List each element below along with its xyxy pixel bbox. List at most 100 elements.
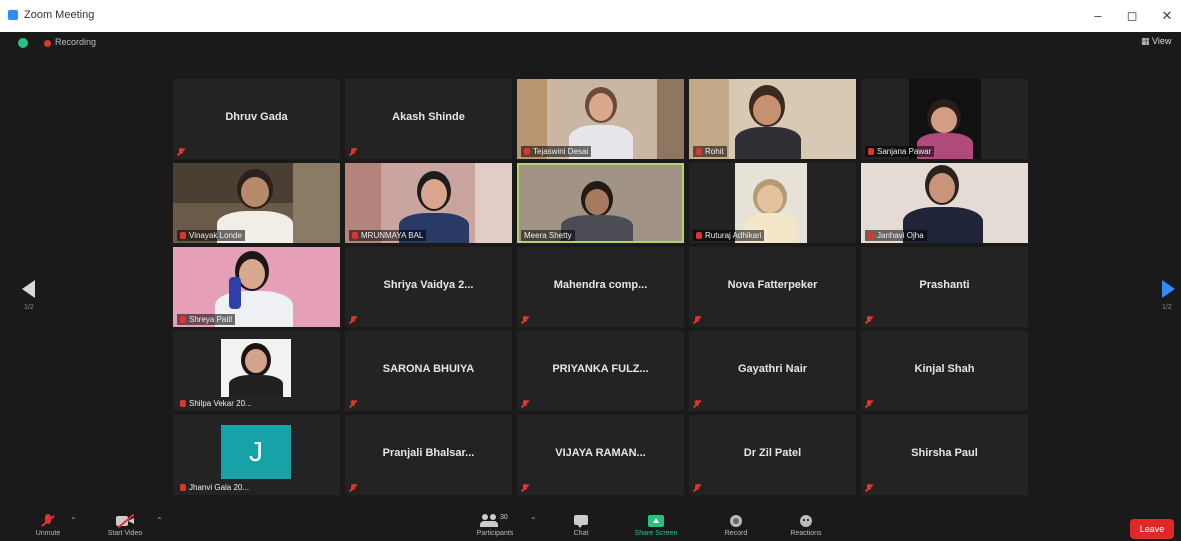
reactions-smiley-icon xyxy=(797,514,815,528)
participant-name: Nova Fatterpeker xyxy=(727,279,818,291)
audio-options-caret-icon[interactable]: ⌃ xyxy=(70,516,77,525)
close-button[interactable]: ✕ xyxy=(1155,6,1179,26)
mic-muted-icon xyxy=(177,148,185,156)
participant-tile[interactable]: Nova Fatterpeker xyxy=(689,247,856,327)
participant-name-label: Shreya Patil xyxy=(177,314,236,325)
profile-picture xyxy=(221,339,291,397)
reactions-button[interactable]: Reactions xyxy=(784,514,828,537)
mic-muted-icon xyxy=(521,484,529,492)
mic-muted-icon xyxy=(693,316,701,324)
mic-muted-icon xyxy=(180,484,186,491)
participant-name: Pranjali Bhalsar... xyxy=(382,447,475,459)
participants-icon: 30 xyxy=(480,514,510,528)
leave-button[interactable]: Leave xyxy=(1130,519,1174,539)
participant-name: Gayathri Nair xyxy=(737,363,808,375)
participant-name: Prashanti xyxy=(919,279,970,291)
mic-muted-icon xyxy=(868,148,874,155)
participant-name-label: Ruturaj Adhikari xyxy=(693,230,765,241)
next-page-arrow-icon[interactable] xyxy=(1162,280,1175,298)
participant-tile[interactable]: Dhruv Gada xyxy=(173,79,340,159)
grid-icon: ▦ xyxy=(1141,36,1153,46)
mic-muted-icon xyxy=(521,316,529,324)
chat-icon xyxy=(572,514,590,528)
participants-button[interactable]: 30 Participants xyxy=(470,514,520,537)
participant-tile[interactable]: Kinjal Shah xyxy=(861,331,1028,411)
record-button[interactable]: Record xyxy=(716,514,756,537)
participant-tile[interactable]: J Jhanvi Gala 20... xyxy=(173,415,340,495)
record-label: Record xyxy=(724,530,748,537)
participant-name-label: Rohit xyxy=(693,146,727,157)
participant-video-tile[interactable]: Vinayak Londe xyxy=(173,163,340,243)
unmute-button[interactable]: Unmute xyxy=(30,514,66,537)
share-screen-button[interactable]: Share Screen xyxy=(624,514,688,537)
participant-video-tile[interactable]: Ruturaj Adhikari xyxy=(689,163,856,243)
participant-tile[interactable]: Dr Zil Patel xyxy=(689,415,856,495)
participant-name: VIJAYA RAMAN... xyxy=(555,447,646,459)
mic-muted-icon xyxy=(39,514,57,528)
unmute-label: Unmute xyxy=(35,530,61,537)
chat-label: Chat xyxy=(573,530,589,537)
encryption-shield-icon[interactable] xyxy=(18,38,28,48)
participant-video-tile-active-speaker[interactable]: Meera Shetty xyxy=(517,163,684,243)
start-video-button[interactable]: Start Video xyxy=(100,513,150,537)
participant-name: PRIYANKA FULZ... xyxy=(552,363,649,375)
participant-video-tile[interactable]: Sanjana Pawar xyxy=(861,79,1028,159)
mic-muted-icon xyxy=(693,400,701,408)
meeting-status-bar: Recording ▦ View xyxy=(0,32,1181,54)
participant-tile[interactable]: Akash Shinde xyxy=(345,79,512,159)
mic-muted-icon xyxy=(352,232,358,239)
restore-button[interactable]: ◻ xyxy=(1120,6,1144,26)
participant-video-tile[interactable]: Rohit xyxy=(689,79,856,159)
window-titlebar: Zoom Meeting – ◻ ✕ xyxy=(0,0,1181,32)
mic-muted-icon xyxy=(180,400,186,407)
mic-muted-icon xyxy=(693,484,701,492)
start-video-label: Start Video xyxy=(107,530,143,537)
mic-muted-icon xyxy=(696,232,702,239)
video-off-icon xyxy=(116,513,135,529)
mic-muted-icon xyxy=(521,400,529,408)
participant-name-label: MRUNMAYA BAL xyxy=(349,230,427,241)
participant-name-label: Meera Shetty xyxy=(521,230,575,241)
participant-tile[interactable]: Shirsha Paul xyxy=(861,415,1028,495)
view-button[interactable]: ▦ View xyxy=(1141,36,1181,47)
participant-tile[interactable]: Shilpa Vekar 20... xyxy=(173,331,340,411)
participant-name-label: Vinayak Londe xyxy=(177,230,245,241)
participant-video-tile[interactable]: Shreya Patil xyxy=(173,247,340,327)
reactions-label: Reactions xyxy=(790,530,822,537)
mic-muted-icon xyxy=(865,316,873,324)
participant-name-label: Jhanvi Gala 20... xyxy=(177,482,252,493)
mic-muted-icon xyxy=(868,232,874,239)
participant-tile[interactable]: Mahendra comp... xyxy=(517,247,684,327)
mic-muted-icon xyxy=(865,484,873,492)
mic-muted-icon xyxy=(865,400,873,408)
participant-name: Mahendra comp... xyxy=(553,279,648,291)
mic-muted-icon xyxy=(349,400,357,408)
participant-video-tile[interactable]: Tejaswini Desai xyxy=(517,79,684,159)
previous-page-arrow-icon[interactable] xyxy=(22,280,35,298)
participant-name-label: Janhavi Ojha xyxy=(865,230,927,241)
participant-video-tile[interactable]: MRUNMAYA BAL xyxy=(345,163,512,243)
participant-name: Dr Zil Patel xyxy=(743,447,802,459)
participant-tile[interactable]: Pranjali Bhalsar... xyxy=(345,415,512,495)
mic-muted-icon xyxy=(524,148,530,155)
mic-muted-icon xyxy=(696,148,702,155)
mic-muted-icon xyxy=(349,148,357,156)
video-options-caret-icon[interactable]: ⌃ xyxy=(156,516,163,525)
participant-name: Shriya Vaidya 2... xyxy=(383,279,474,291)
participant-video-tile[interactable]: Janhavi Ojha xyxy=(861,163,1028,243)
participant-tile[interactable]: Gayathri Nair xyxy=(689,331,856,411)
chat-button[interactable]: Chat xyxy=(566,514,596,537)
meeting-toolbar: Unmute ⌃ Start Video ⌃ 30 Participants ⌃… xyxy=(0,510,1181,541)
participant-name: SARONA BHUIYA xyxy=(382,363,475,375)
mic-muted-icon xyxy=(180,232,186,239)
participants-options-caret-icon[interactable]: ⌃ xyxy=(530,516,537,525)
gallery-view-grid: Dhruv Gada Akash Shinde Tejaswini Desai … xyxy=(173,79,1028,497)
participant-tile[interactable]: PRIYANKA FULZ... xyxy=(517,331,684,411)
participant-tile[interactable]: Shriya Vaidya 2... xyxy=(345,247,512,327)
mic-muted-icon xyxy=(349,316,357,324)
participant-tile[interactable]: Prashanti xyxy=(861,247,1028,327)
minimize-button[interactable]: – xyxy=(1086,6,1110,26)
participant-tile[interactable]: SARONA BHUIYA xyxy=(345,331,512,411)
participant-tile[interactable]: VIJAYA RAMAN... xyxy=(517,415,684,495)
participant-name: Akash Shinde xyxy=(392,111,465,123)
